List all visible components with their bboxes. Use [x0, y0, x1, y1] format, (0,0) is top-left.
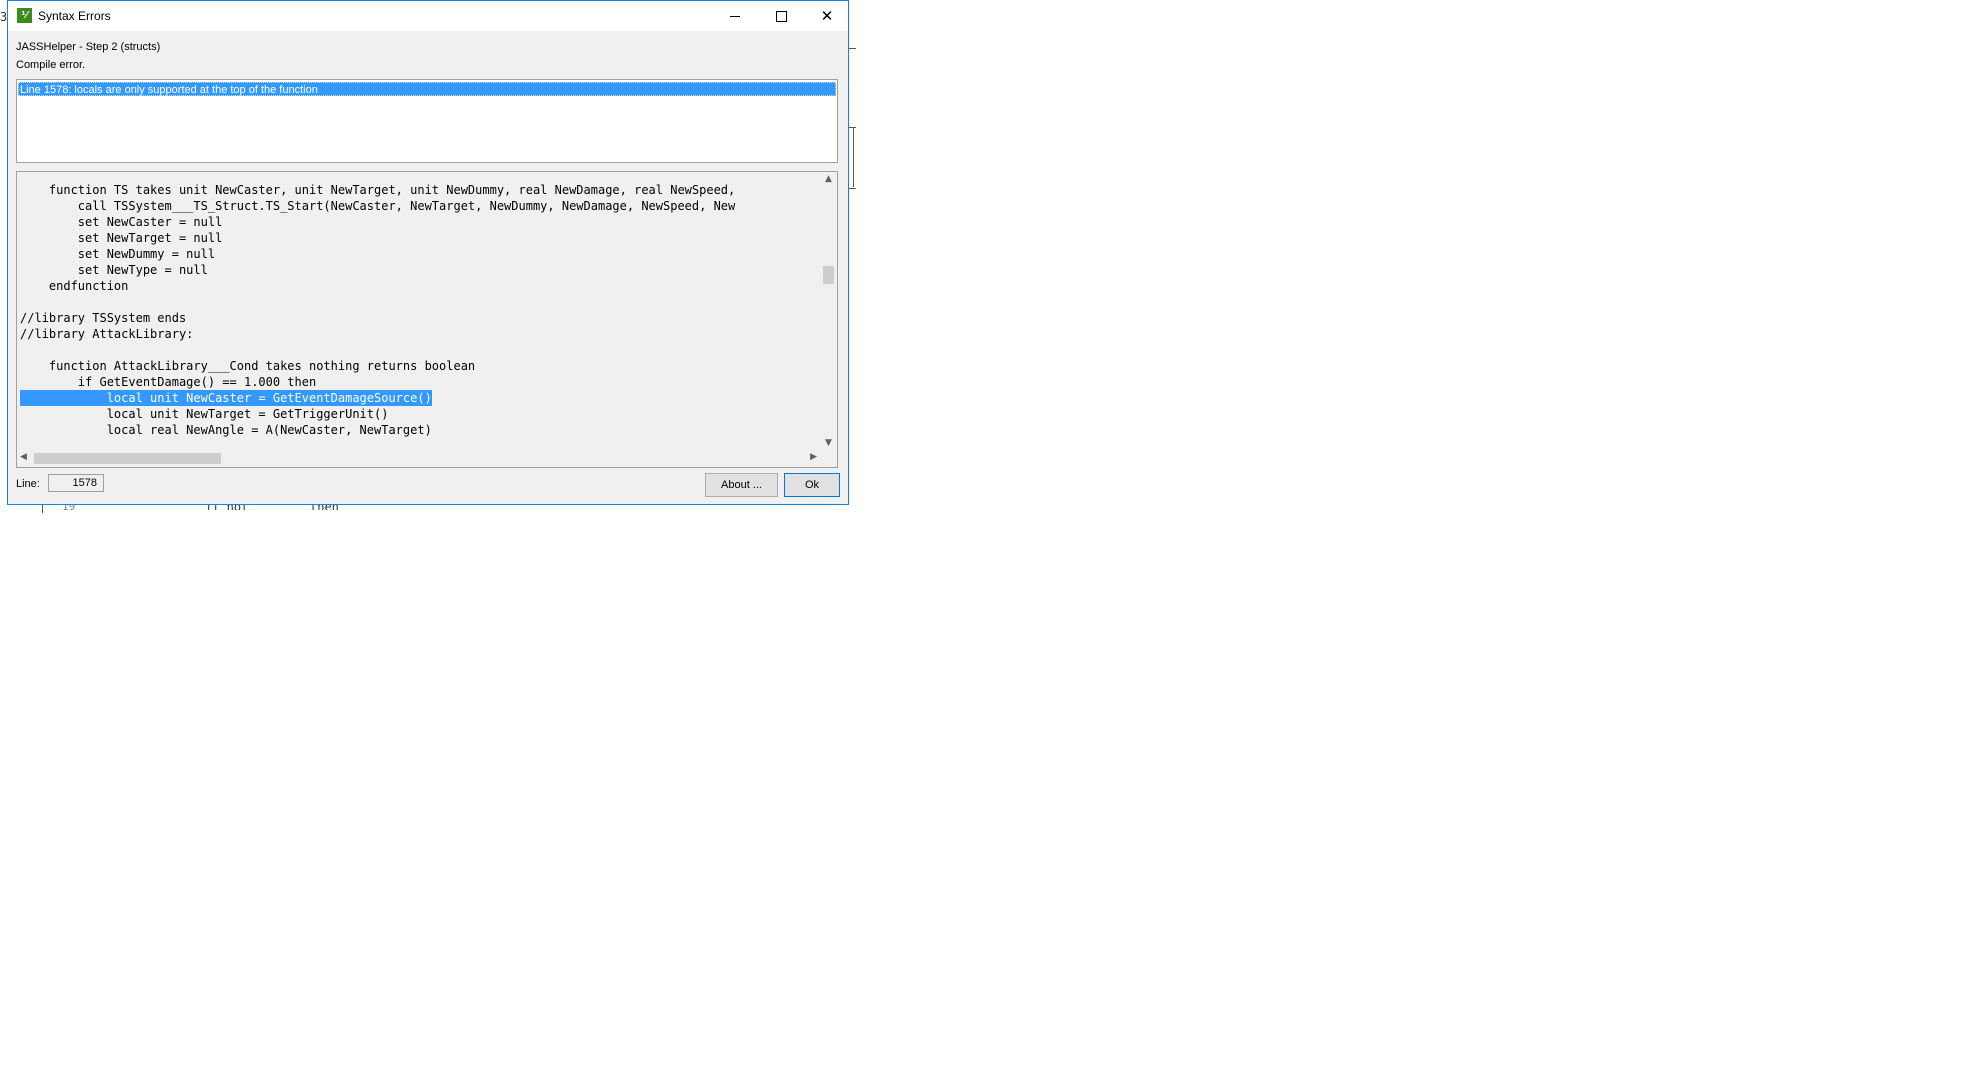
scroll-up-icon[interactable]: ▲	[820, 174, 837, 184]
scroll-down-icon[interactable]: ▼	[820, 438, 837, 448]
line-number-field[interactable]: 1578	[48, 474, 104, 492]
scroll-left-icon[interactable]: ◀	[20, 452, 27, 462]
scroll-right-icon[interactable]: ▶	[810, 452, 817, 462]
background-gutter-line	[42, 505, 43, 513]
code-viewer[interactable]: function TS takes unit NewCaster, unit N…	[16, 171, 838, 468]
code-line: //library TSSystem ends	[20, 311, 187, 325]
vertical-scroll-thumb[interactable]	[823, 266, 834, 284]
background-divider	[849, 188, 856, 189]
code-line: endfunction	[20, 279, 129, 293]
ok-button[interactable]: Ok	[784, 473, 840, 497]
title-bar[interactable]: ⅟ Syntax Errors ✕	[8, 1, 848, 31]
background-divider	[853, 127, 854, 187]
close-button[interactable]: ✕	[804, 1, 850, 31]
code-line: local real NewAngle = A(NewCaster, NewTa…	[20, 423, 432, 437]
code-line: set NewType = null	[20, 263, 208, 277]
minimize-button[interactable]	[712, 1, 758, 31]
jasshelper-app-icon: ⅟	[17, 8, 32, 23]
code-line: function TS takes unit NewCaster, unit N…	[20, 183, 736, 197]
compile-status-label: Compile error.	[16, 59, 86, 71]
step-label: JASSHelper - Step 2 (structs)	[16, 41, 161, 53]
code-line: local unit NewTarget = GetTriggerUnit()	[20, 407, 389, 421]
window-title: Syntax Errors	[38, 9, 111, 23]
horizontal-scrollbar[interactable]: ◀ ▶	[17, 450, 820, 467]
maximize-icon	[776, 11, 787, 22]
code-line: function AttackLibrary___Cond takes noth…	[20, 359, 476, 373]
error-list[interactable]: Line 1578: locals are only supported at …	[16, 79, 838, 163]
vertical-scrollbar[interactable]: ▲ ▼	[820, 172, 837, 450]
code-line: //library AttackLibrary:	[20, 327, 194, 341]
code-line: set NewDummy = null	[20, 247, 216, 261]
code-line: set NewTarget = null	[20, 231, 223, 245]
horizontal-scroll-thumb[interactable]	[34, 453, 221, 464]
code-line: set NewCaster = null	[20, 215, 223, 229]
maximize-button[interactable]	[758, 1, 804, 31]
close-icon: ✕	[820, 7, 834, 25]
about-button[interactable]: About ...	[705, 473, 778, 497]
background-divider	[849, 48, 856, 49]
error-list-item[interactable]: Line 1578: locals are only supported at …	[18, 82, 836, 96]
code-line: call TSSystem___TS_Struct.TS_Start(NewCa…	[20, 199, 736, 213]
minimize-icon	[730, 16, 740, 17]
code-line: if GetEventDamage() == 1.000 then	[20, 375, 317, 389]
line-label: Line:	[16, 478, 40, 490]
code-line-highlighted: local unit NewCaster = GetEventDamageSou…	[20, 390, 432, 406]
code-text-area[interactable]: function TS takes unit NewCaster, unit N…	[20, 182, 815, 447]
syntax-errors-window: ⅟ Syntax Errors ✕ JASSHelper - Step 2 (s…	[7, 0, 849, 505]
